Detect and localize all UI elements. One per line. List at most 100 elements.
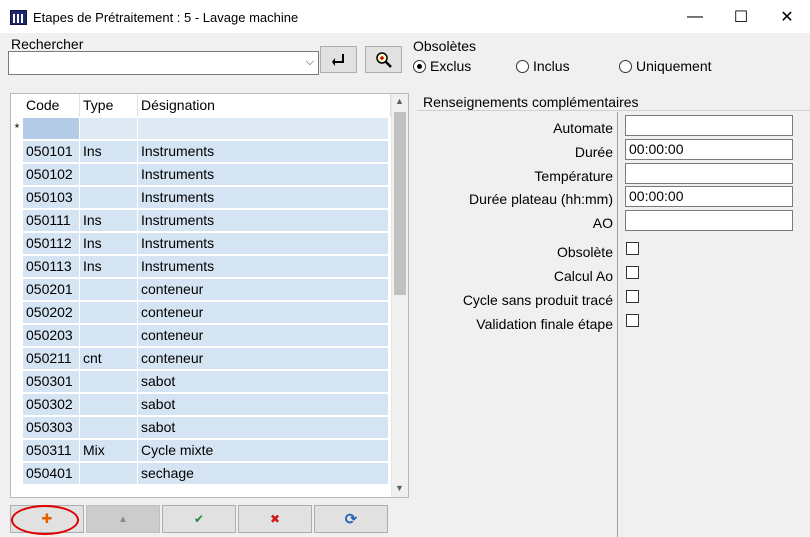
table-row[interactable]: 050112 Ins Instruments	[11, 232, 391, 255]
grid-cell[interactable]: 050201	[23, 279, 79, 300]
duree-field[interactable]: 00:00:00	[625, 139, 793, 160]
new-row[interactable]: *	[11, 117, 391, 140]
grid-cell[interactable]: Mix	[80, 440, 137, 461]
radio-dot[interactable]	[516, 59, 529, 73]
grid-cell[interactable]: 050202	[23, 302, 79, 323]
grid-cell[interactable]	[80, 325, 137, 346]
grid-cell[interactable]: 050301	[23, 371, 79, 392]
column-header-type[interactable]: Type	[80, 94, 138, 117]
cycle-checkbox[interactable]	[626, 290, 639, 303]
temperature-field[interactable]	[625, 163, 793, 184]
row-selector[interactable]	[11, 416, 23, 439]
row-selector[interactable]	[11, 140, 23, 163]
scroll-up-icon[interactable]: ▲	[395, 96, 404, 106]
grid-cell[interactable]: Ins	[80, 233, 137, 254]
scroll-down-icon[interactable]: ▼	[395, 483, 404, 493]
grid-cell[interactable]: Instruments	[138, 233, 388, 254]
grid-cell[interactable]	[80, 394, 137, 415]
table-row[interactable]: 050103 Instruments	[11, 186, 391, 209]
table-row[interactable]: 050302 sabot	[11, 393, 391, 416]
grid-cell[interactable]: conteneur	[138, 325, 388, 346]
refresh-button[interactable]: ⟳	[314, 505, 388, 533]
grid-cell[interactable]: Ins	[80, 210, 137, 231]
grid-cell[interactable]: Instruments	[138, 256, 388, 277]
radio-uniquement[interactable]: Uniquement	[619, 58, 712, 74]
grid-cell[interactable]	[80, 417, 137, 438]
row-selector[interactable]	[11, 439, 23, 462]
grid-cell[interactable]	[80, 118, 137, 139]
grid-cell[interactable]: Instruments	[138, 187, 388, 208]
vertical-scrollbar[interactable]: ▲ ▼	[391, 94, 408, 497]
data-grid[interactable]: Code Type Désignation * 050101 Ins Instrum…	[10, 93, 409, 498]
grid-cell[interactable]: Instruments	[138, 141, 388, 162]
grid-cell[interactable]	[80, 187, 137, 208]
radio-exclus[interactable]: Exclus	[413, 58, 471, 74]
grid-cell[interactable]	[80, 302, 137, 323]
grid-cell[interactable]: conteneur	[138, 302, 388, 323]
grid-cell[interactable]: Cycle mixte	[138, 440, 388, 461]
table-row[interactable]: 050201 conteneur	[11, 278, 391, 301]
grid-cell[interactable]: cnt	[80, 348, 137, 369]
chevron-down-icon[interactable]: ⌵	[306, 56, 314, 69]
grid-cell[interactable]: 050102	[23, 164, 79, 185]
grid-cell[interactable]: Ins	[80, 141, 137, 162]
grid-cell[interactable]	[80, 371, 137, 392]
row-selector[interactable]	[11, 255, 23, 278]
row-selector[interactable]	[11, 209, 23, 232]
grid-cell[interactable]: sechage	[138, 463, 388, 484]
calcul-ao-checkbox[interactable]	[626, 266, 639, 279]
grid-cell[interactable]	[138, 118, 388, 139]
grid-cell[interactable]	[23, 118, 79, 139]
table-row[interactable]: 050303 sabot	[11, 416, 391, 439]
row-selector[interactable]	[11, 301, 23, 324]
table-row[interactable]: 050301 sabot	[11, 370, 391, 393]
grid-cell[interactable]: Instruments	[138, 210, 388, 231]
row-selector[interactable]	[11, 232, 23, 255]
table-row[interactable]: 050102 Instruments	[11, 163, 391, 186]
move-up-button[interactable]: ▲	[86, 505, 160, 533]
delete-button[interactable]: ✖	[238, 505, 312, 533]
plateau-field[interactable]: 00:00:00	[625, 186, 793, 207]
ao-field[interactable]	[625, 210, 793, 231]
radio-dot[interactable]	[619, 59, 632, 73]
table-row[interactable]: 050113 Ins Instruments	[11, 255, 391, 278]
grid-cell[interactable]: 050401	[23, 463, 79, 484]
table-row[interactable]: 050203 conteneur	[11, 324, 391, 347]
radio-dot[interactable]	[413, 59, 426, 73]
close-button[interactable]: ✕	[764, 0, 810, 33]
table-row[interactable]: 050111 Ins Instruments	[11, 209, 391, 232]
grid-cell[interactable]	[80, 164, 137, 185]
row-selector[interactable]	[11, 347, 23, 370]
grid-cell[interactable]: 050311	[23, 440, 79, 461]
automate-field[interactable]	[625, 115, 793, 136]
row-selector[interactable]	[11, 278, 23, 301]
grid-cell[interactable]	[80, 463, 137, 484]
row-selector[interactable]	[11, 462, 23, 485]
search-combobox[interactable]: ⌵	[8, 51, 319, 75]
validation-checkbox[interactable]	[626, 314, 639, 327]
validate-button[interactable]: ✔	[162, 505, 236, 533]
table-row[interactable]: 050211 cnt conteneur	[11, 347, 391, 370]
column-header-designation[interactable]: Désignation	[138, 94, 391, 117]
grid-cell[interactable]: 050211	[23, 348, 79, 369]
table-row[interactable]: 050101 Ins Instruments	[11, 140, 391, 163]
grid-cell[interactable]: 050113	[23, 256, 79, 277]
grid-cell[interactable]: sabot	[138, 417, 388, 438]
table-row[interactable]: 050401 sechage	[11, 462, 391, 485]
grid-cell[interactable]: 050103	[23, 187, 79, 208]
table-row[interactable]: 050311 Mix Cycle mixte	[11, 439, 391, 462]
grid-cell[interactable]: 050303	[23, 417, 79, 438]
grid-cell[interactable]	[80, 279, 137, 300]
enter-button[interactable]	[320, 46, 357, 73]
grid-cell[interactable]: 050112	[23, 233, 79, 254]
radio-inclus[interactable]: Inclus	[516, 58, 570, 74]
grid-cell[interactable]: sabot	[138, 394, 388, 415]
grid-cell[interactable]: sabot	[138, 371, 388, 392]
row-selector[interactable]	[11, 163, 23, 186]
row-selector[interactable]	[11, 324, 23, 347]
grid-cell[interactable]: conteneur	[138, 279, 388, 300]
row-selector[interactable]	[11, 186, 23, 209]
grid-cell[interactable]: Ins	[80, 256, 137, 277]
grid-cell[interactable]: 050203	[23, 325, 79, 346]
grid-cell[interactable]: 050111	[23, 210, 79, 231]
